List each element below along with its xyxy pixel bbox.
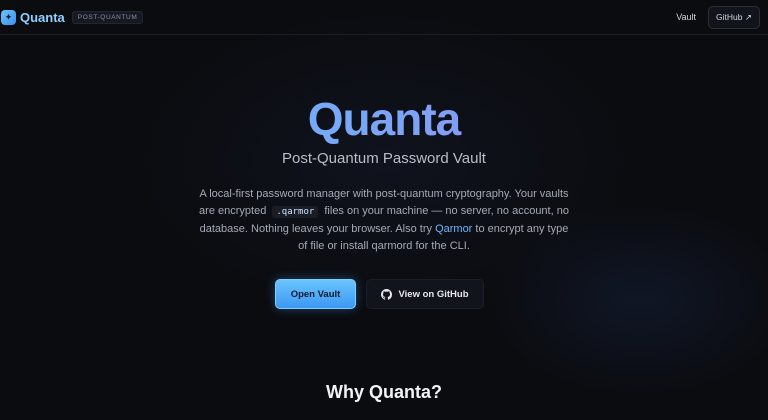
nav-github-button[interactable]: GitHub ↗ bbox=[708, 5, 760, 29]
open-vault-button[interactable]: Open Vault bbox=[275, 279, 356, 309]
hero-subtitle: Post-Quantum Password Vault bbox=[282, 150, 486, 167]
post-quantum-badge: POST-QUANTUM bbox=[71, 10, 144, 24]
top-navbar: ✦ Quanta POST-QUANTUM Vault GitHub ↗ bbox=[0, 0, 768, 35]
page: ✦ Quanta POST-QUANTUM Vault GitHub ↗ Qua… bbox=[0, 0, 768, 420]
sparkle-icon: ✦ bbox=[1, 9, 16, 25]
hero-description: A local-first password manager with post… bbox=[194, 186, 574, 255]
brand[interactable]: ✦ Quanta POST-QUANTUM bbox=[0, 9, 144, 25]
qarmor-link[interactable]: Qarmor bbox=[435, 223, 472, 235]
nav-vault-link[interactable]: Vault bbox=[676, 12, 696, 22]
view-on-github-button[interactable]: View on GitHub bbox=[366, 279, 484, 309]
hero-title: Quanta bbox=[0, 92, 768, 146]
brand-name[interactable]: Quanta bbox=[20, 10, 65, 25]
qarmor-extension-code: .qarmor bbox=[272, 206, 319, 218]
nav-links: Vault GitHub ↗ bbox=[676, 5, 760, 29]
github-icon bbox=[381, 288, 393, 300]
why-quanta-heading: Why Quanta? bbox=[326, 382, 442, 402]
open-vault-label: Open Vault bbox=[290, 288, 341, 300]
view-on-github-label: View on GitHub bbox=[398, 288, 469, 300]
